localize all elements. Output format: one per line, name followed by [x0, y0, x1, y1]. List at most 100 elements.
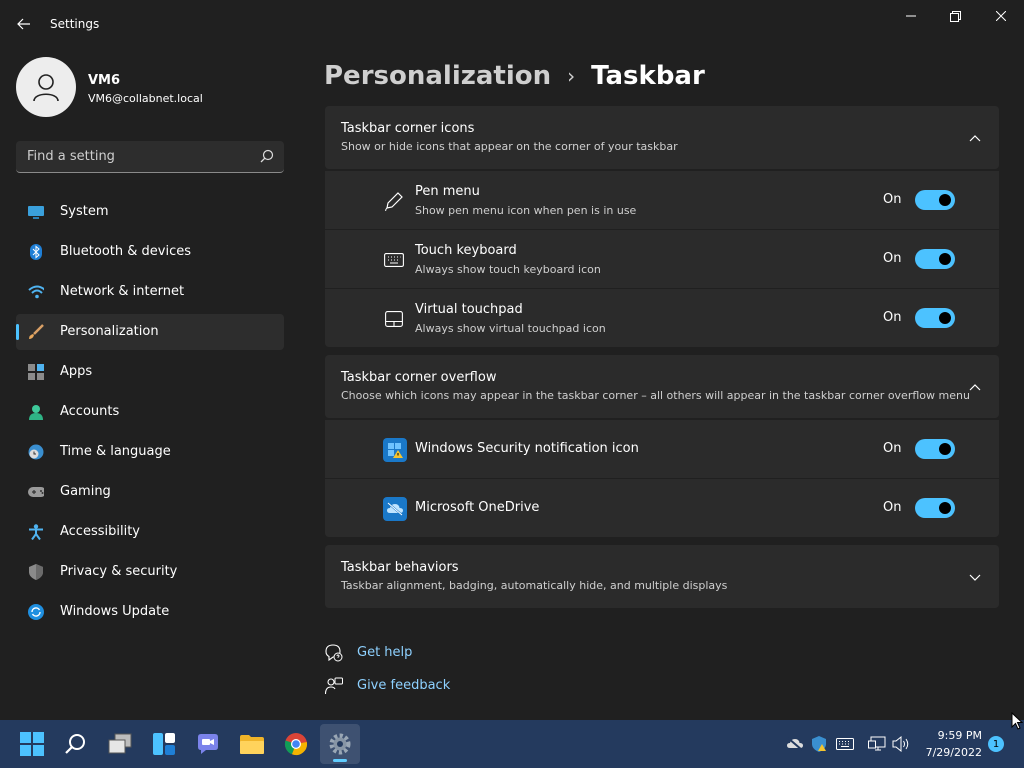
windows-security-toggle[interactable]: [915, 439, 955, 459]
give-feedback-link-row[interactable]: Give feedback: [324, 674, 450, 698]
chat-button[interactable]: [188, 724, 228, 764]
sidebar-item-time-language[interactable]: Time & language: [16, 434, 284, 470]
close-button[interactable]: [978, 0, 1024, 32]
volume-icon[interactable]: [892, 735, 910, 753]
start-icon: [20, 732, 44, 756]
user-silhouette-icon: [33, 74, 59, 102]
windows-security-tray-icon[interactable]: [810, 735, 828, 753]
notification-badge[interactable]: 1: [988, 736, 1004, 752]
touch-keyboard-toggle[interactable]: [915, 249, 955, 269]
sidebar-nav: System Bluetooth & devices Network & int…: [16, 194, 284, 634]
sidebar-item-bluetooth[interactable]: Bluetooth & devices: [16, 234, 284, 270]
toggle-state-label: On: [883, 251, 902, 266]
search-icon: [65, 734, 85, 754]
section-title: Taskbar corner icons: [341, 121, 475, 136]
sidebar-item-label: Accessibility: [60, 524, 140, 539]
breadcrumb-parent[interactable]: Personalization: [324, 61, 551, 91]
setting-row-windows-security: Windows Security notification icon On: [325, 420, 999, 478]
sidebar-item-system[interactable]: System: [16, 194, 284, 230]
sidebar-item-label: Accounts: [60, 404, 120, 419]
keyboard-icon: [383, 250, 405, 270]
network-icon[interactable]: [868, 735, 886, 753]
corner-icons-header[interactable]: Taskbar corner icons Show or hide icons …: [325, 106, 999, 169]
sidebar-item-label: Bluetooth & devices: [60, 244, 191, 259]
onedrive-toggle[interactable]: [915, 498, 955, 518]
sidebar-item-windows-update[interactable]: Windows Update: [16, 594, 284, 630]
behaviors-header[interactable]: Taskbar behaviors Taskbar alignment, bad…: [325, 545, 999, 608]
back-arrow-icon: [17, 18, 30, 30]
start-button[interactable]: [12, 724, 52, 764]
sidebar-item-personalization[interactable]: Personalization: [16, 314, 284, 350]
accessibility-icon: [28, 524, 44, 540]
corner-overflow-header[interactable]: Taskbar corner overflow Choose which ico…: [325, 355, 999, 418]
paintbrush-icon: [28, 324, 44, 340]
settings-taskbar-button[interactable]: [320, 724, 360, 764]
toggle-knob: [939, 312, 951, 324]
search-input[interactable]: [16, 141, 256, 172]
setting-title: Windows Security notification icon: [415, 441, 639, 456]
restore-button[interactable]: [932, 0, 978, 32]
pen-menu-toggle[interactable]: [915, 190, 955, 210]
taskbar-search-button[interactable]: [56, 724, 96, 764]
chrome-button[interactable]: [276, 724, 316, 764]
toggle-state-label: On: [883, 441, 902, 456]
task-view-button[interactable]: [100, 724, 140, 764]
chrome-icon: [284, 733, 307, 756]
search-box: [16, 141, 284, 173]
close-icon: [996, 11, 1006, 21]
onedrive-offline-icon[interactable]: [786, 735, 804, 753]
search-icon[interactable]: [260, 149, 274, 163]
setting-row-pen-menu: Pen menu Show pen menu icon when pen is …: [325, 171, 999, 229]
sidebar-item-label: Time & language: [60, 444, 171, 459]
sidebar-item-label: Network & internet: [60, 284, 185, 299]
feedback-icon: [324, 676, 344, 696]
wifi-icon: [28, 284, 44, 300]
chevron-up-icon[interactable]: [967, 130, 983, 146]
clock-date[interactable]: 7/29/2022: [918, 746, 982, 759]
get-help-link[interactable]: Get help: [357, 645, 412, 660]
file-explorer-icon: [240, 735, 264, 754]
sidebar-item-label: Privacy & security: [60, 564, 178, 579]
sidebar-item-accessibility[interactable]: Accessibility: [16, 514, 284, 550]
update-icon: [28, 604, 44, 620]
sidebar-item-label: Windows Update: [60, 604, 170, 619]
controller-icon: [28, 484, 44, 500]
chevron-down-icon[interactable]: [967, 569, 983, 585]
apps-icon: [28, 364, 44, 380]
chevron-up-icon[interactable]: [967, 379, 983, 395]
user-email: VM6@collabnet.local: [88, 92, 203, 105]
touchpad-icon: [383, 309, 405, 329]
sidebar-item-label: Gaming: [60, 484, 111, 499]
setting-title: Pen menu: [415, 184, 480, 199]
setting-subtitle: Always show virtual touchpad icon: [415, 322, 606, 335]
sidebar-item-network[interactable]: Network & internet: [16, 274, 284, 310]
user-name: VM6: [88, 73, 121, 88]
setting-row-onedrive: Microsoft OneDrive On: [325, 479, 999, 537]
pen-icon: [383, 191, 405, 211]
sidebar-item-privacy-security[interactable]: Privacy & security: [16, 554, 284, 590]
widgets-icon: [153, 733, 175, 755]
bluetooth-icon: [28, 244, 44, 260]
give-feedback-link[interactable]: Give feedback: [357, 678, 450, 693]
mouse-cursor-icon: [1011, 712, 1023, 730]
sidebar-item-accounts[interactable]: Accounts: [16, 394, 284, 430]
sidebar-item-gaming[interactable]: Gaming: [16, 474, 284, 510]
sidebar-item-apps[interactable]: Apps: [16, 354, 284, 390]
virtual-touchpad-toggle[interactable]: [915, 308, 955, 328]
section-subtitle: Taskbar alignment, badging, automaticall…: [341, 579, 728, 592]
toggle-state-label: On: [883, 500, 902, 515]
minimize-button[interactable]: [888, 0, 934, 32]
title-bar: Settings: [0, 0, 1024, 48]
back-button[interactable]: [8, 8, 40, 40]
widgets-button[interactable]: [144, 724, 184, 764]
shield-icon: [28, 564, 44, 580]
clock-time[interactable]: 9:59 PM: [930, 729, 982, 742]
file-explorer-button[interactable]: [232, 724, 272, 764]
toggle-knob: [939, 502, 951, 514]
touch-keyboard-tray-icon[interactable]: [836, 735, 854, 753]
sidebar-item-label: Personalization: [60, 324, 159, 339]
get-help-link-row[interactable]: Get help: [324, 641, 412, 665]
breadcrumb: Personalization › Taskbar: [324, 58, 705, 94]
toggle-state-label: On: [883, 310, 902, 325]
avatar[interactable]: [16, 57, 76, 117]
